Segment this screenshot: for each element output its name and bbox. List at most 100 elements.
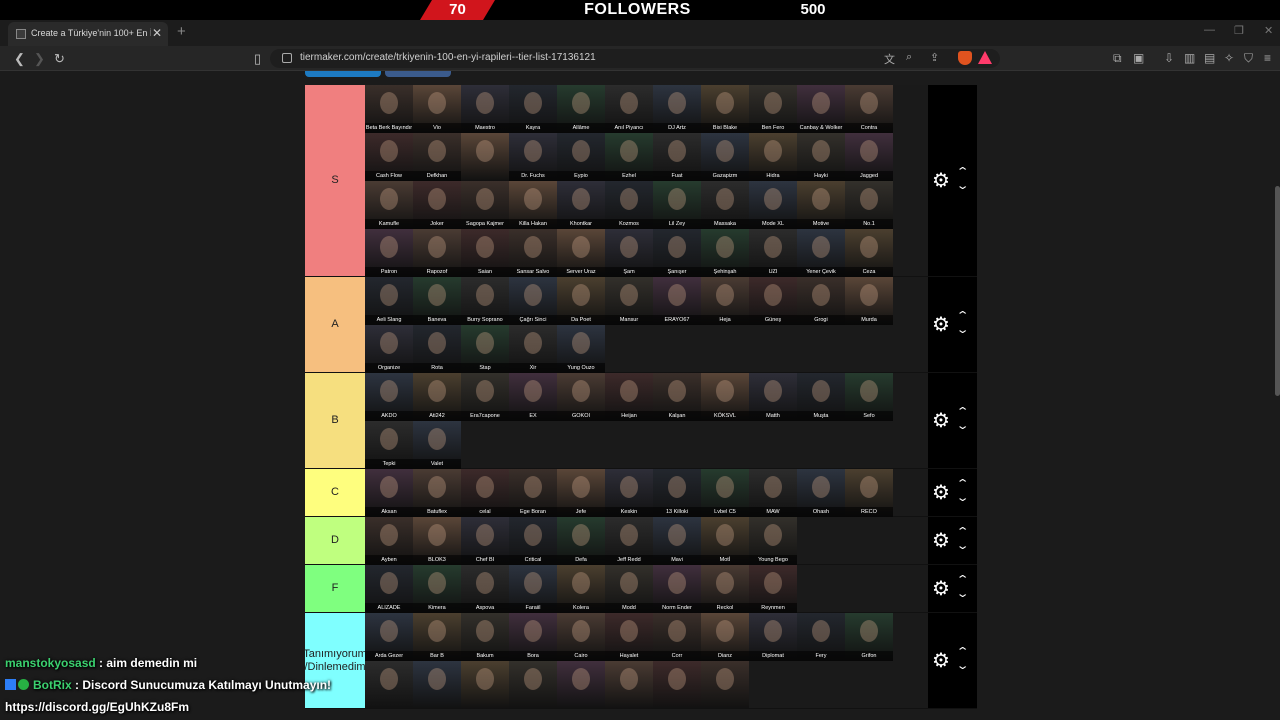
rapper-card[interactable]: Fery: [797, 613, 845, 661]
rapper-card[interactable]: Kayra: [509, 85, 557, 133]
maximize-icon[interactable]: ❐: [1234, 24, 1244, 37]
vpn-icon[interactable]: ⛉: [1244, 51, 1253, 66]
chevron-up-icon[interactable]: ⌃: [956, 527, 970, 538]
rapper-card[interactable]: ALIZADE: [365, 565, 413, 613]
rapper-card[interactable]: Tepki: [365, 421, 413, 469]
sidebar-icon[interactable]: ▥: [1184, 51, 1195, 65]
rapper-card[interactable]: Matth: [749, 373, 797, 421]
rapper-card[interactable]: Lvbel C5: [701, 469, 749, 517]
chevron-up-icon[interactable]: ⌃: [956, 647, 970, 658]
rapper-card[interactable]: Norm Ender: [653, 565, 701, 613]
tier-label[interactable]: D: [305, 517, 365, 564]
rapper-card[interactable]: Muşta: [797, 373, 845, 421]
reload-icon[interactable]: ↻: [54, 51, 65, 67]
rapper-card[interactable]: Jeff Redd: [605, 517, 653, 565]
rapper-card[interactable]: Faraiil: [509, 565, 557, 613]
rapper-card[interactable]: Canbay & Wolker: [797, 85, 845, 133]
chevron-down-icon[interactable]: ⌄: [956, 589, 970, 600]
rapper-card[interactable]: Motive: [797, 181, 845, 229]
rapper-card[interactable]: Killa Hakan: [509, 181, 557, 229]
rapper-card[interactable]: Patron: [365, 229, 413, 277]
rapper-card[interactable]: MAW: [749, 469, 797, 517]
rapper-card[interactable]: Hidra: [749, 133, 797, 181]
gear-icon[interactable]: ⚙: [932, 411, 950, 431]
rapper-card[interactable]: Corr: [653, 613, 701, 661]
rapper-card[interactable]: KÖKSVL: [701, 373, 749, 421]
rapper-card[interactable]: Rapozof: [413, 229, 461, 277]
rapper-card[interactable]: Murda: [845, 277, 893, 325]
rapper-card[interactable]: Xir: [509, 325, 557, 373]
rapper-card[interactable]: Defa: [557, 517, 605, 565]
rapper-card[interactable]: Ben Fero: [749, 85, 797, 133]
rapper-card[interactable]: Organize: [365, 325, 413, 373]
gear-icon[interactable]: ⚙: [932, 171, 950, 191]
tier-label[interactable]: A: [305, 277, 365, 372]
tier-label[interactable]: F: [305, 565, 365, 612]
rapper-card[interactable]: Young Bego: [749, 517, 797, 565]
rapper-card[interactable]: Era7capone: [461, 373, 509, 421]
rapper-card[interactable]: [701, 661, 749, 709]
rapper-card[interactable]: Reynmen: [749, 565, 797, 613]
rapper-card[interactable]: Lil Zey: [653, 181, 701, 229]
rapper-card[interactable]: Ege Boran: [509, 469, 557, 517]
chat-link[interactable]: https://discord.gg/EgUhKZu8Fm: [5, 700, 189, 714]
rapper-card[interactable]: Gazapizm: [701, 133, 749, 181]
gear-icon[interactable]: ⚙: [932, 651, 950, 671]
translate-icon[interactable]: 文: [884, 51, 895, 67]
rapper-card[interactable]: Dr. Fuchs: [509, 133, 557, 181]
rapper-card[interactable]: Contra: [845, 85, 893, 133]
rapper-card[interactable]: Burry Soprano: [461, 277, 509, 325]
rapper-card[interactable]: GOKOI: [557, 373, 605, 421]
tier-label[interactable]: S: [305, 85, 365, 276]
rapper-card[interactable]: UZI: [749, 229, 797, 277]
chevron-up-icon[interactable]: ⌃: [956, 167, 970, 178]
chevron-down-icon[interactable]: ⌄: [956, 661, 970, 672]
rapper-card[interactable]: Aspova: [461, 565, 509, 613]
bookmark-icon[interactable]: ▯: [254, 51, 261, 67]
rapper-card[interactable]: Joker: [413, 181, 461, 229]
tier-label[interactable]: B: [305, 373, 365, 468]
extensions-icon[interactable]: ⧉: [1113, 51, 1122, 66]
rapper-card[interactable]: No.1: [845, 181, 893, 229]
rapper-card[interactable]: Massaka: [701, 181, 749, 229]
secondary-action-button[interactable]: [385, 71, 451, 77]
close-window-icon[interactable]: ✕: [1264, 24, 1273, 37]
rapper-card[interactable]: [557, 661, 605, 709]
rapper-card[interactable]: Hayki: [797, 133, 845, 181]
rapper-card[interactable]: Rota: [413, 325, 461, 373]
chevron-up-icon[interactable]: ⌃: [956, 479, 970, 490]
rapper-card[interactable]: [605, 661, 653, 709]
rapper-card[interactable]: Beta Berk Bayındır: [365, 85, 413, 133]
rapper-card[interactable]: celal: [461, 469, 509, 517]
rapper-card[interactable]: Ayben: [365, 517, 413, 565]
rapper-card[interactable]: Grogi: [797, 277, 845, 325]
rapper-card[interactable]: [461, 133, 509, 181]
rapper-card[interactable]: EX: [509, 373, 557, 421]
address-bar[interactable]: tiermaker.com/create/trkiyenin-100-en-yi…: [270, 49, 1000, 68]
rapper-card[interactable]: Grifon: [845, 613, 893, 661]
rapper-card[interactable]: Aksan: [365, 469, 413, 517]
rapper-card[interactable]: Sansar Salvo: [509, 229, 557, 277]
site-info-icon[interactable]: [282, 53, 292, 63]
rapper-card[interactable]: Yung Ouzo: [557, 325, 605, 373]
download-icon[interactable]: ⇩: [1164, 51, 1174, 65]
rapper-card[interactable]: [653, 661, 701, 709]
rapper-card[interactable]: Cash Flow: [365, 133, 413, 181]
rapper-card[interactable]: Maestro: [461, 85, 509, 133]
page-scrollbar[interactable]: [1275, 186, 1280, 396]
rapper-card[interactable]: Server Uraz: [557, 229, 605, 277]
rapper-card[interactable]: Heijan: [605, 373, 653, 421]
rapper-card[interactable]: Kolera: [557, 565, 605, 613]
rapper-card[interactable]: Ceza: [845, 229, 893, 277]
chevron-up-icon[interactable]: ⌃: [956, 407, 970, 418]
rapper-card[interactable]: 13 Killoki: [653, 469, 701, 517]
rapper-card[interactable]: Heja: [701, 277, 749, 325]
rapper-card[interactable]: Khontkar: [557, 181, 605, 229]
rapper-card[interactable]: Allâme: [557, 85, 605, 133]
rapper-card[interactable]: Aeli Slang: [365, 277, 413, 325]
rapper-card[interactable]: Vio: [413, 85, 461, 133]
chevron-down-icon[interactable]: ⌄: [956, 181, 970, 192]
rapper-card[interactable]: Modd: [605, 565, 653, 613]
chevron-down-icon[interactable]: ⌄: [956, 421, 970, 432]
rapper-card[interactable]: Da Poet: [557, 277, 605, 325]
